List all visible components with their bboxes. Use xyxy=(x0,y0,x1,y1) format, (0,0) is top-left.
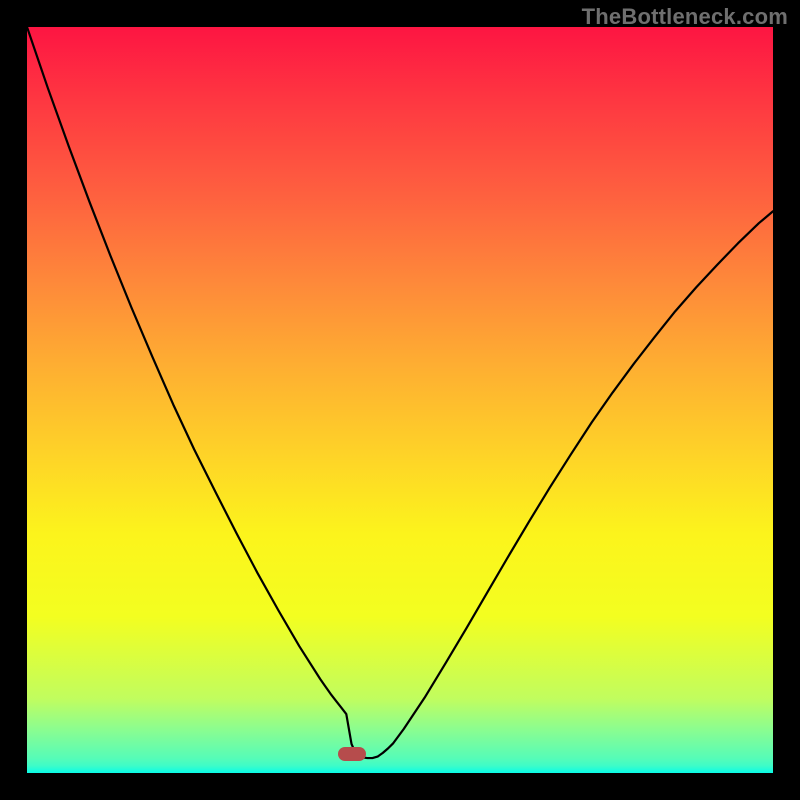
plot-area xyxy=(27,27,773,773)
optimum-marker xyxy=(338,747,366,761)
chart-frame: TheBottleneck.com xyxy=(0,0,800,800)
watermark-text: TheBottleneck.com xyxy=(582,4,788,30)
bottleneck-curve-svg xyxy=(27,27,773,773)
bottleneck-curve-path xyxy=(27,27,773,758)
